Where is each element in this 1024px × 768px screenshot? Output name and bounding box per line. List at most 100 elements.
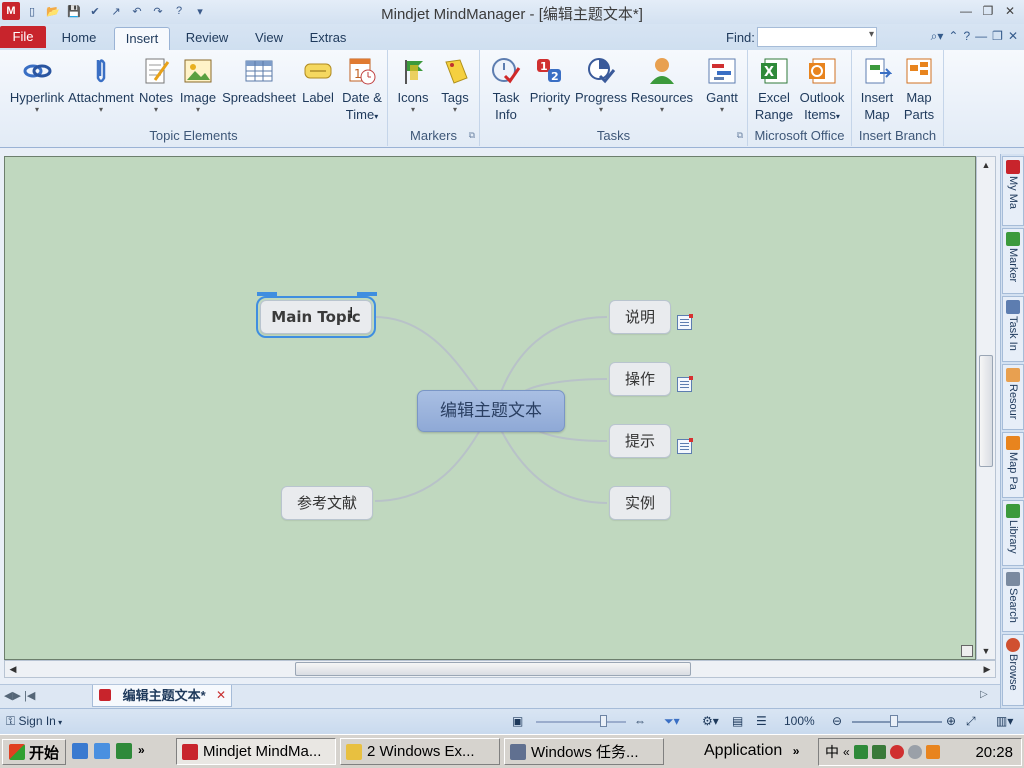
- note-icon[interactable]: [677, 314, 693, 330]
- progress-button[interactable]: Progress ▾: [574, 56, 628, 114]
- selection-handle-left[interactable]: [257, 292, 277, 296]
- balance-icon[interactable]: ⚙▾: [702, 714, 719, 728]
- help-circle-icon[interactable]: ?: [963, 29, 970, 44]
- dialog-launcher-icon[interactable]: ⧉: [737, 130, 743, 141]
- central-topic[interactable]: 编辑主题文本: [417, 390, 565, 432]
- outline-view-icon[interactable]: ☰: [756, 714, 767, 728]
- tab-review[interactable]: Review: [180, 27, 234, 50]
- outlook-express-icon[interactable]: [94, 743, 110, 759]
- zoom-slider-thumb[interactable]: [890, 715, 898, 727]
- side-tab-markers[interactable]: Marker: [1002, 228, 1024, 294]
- taskbar-mindmanager[interactable]: Mindjet MindMa...: [176, 738, 336, 765]
- resources-button[interactable]: Resources ▾: [630, 56, 694, 114]
- minimize-button[interactable]: —: [956, 2, 976, 20]
- side-tab-my-maps[interactable]: My Ma: [1002, 156, 1024, 226]
- label-button[interactable]: Label: [299, 56, 337, 106]
- side-tab-search[interactable]: Search: [1002, 568, 1024, 632]
- priority-button[interactable]: 12 Priority ▾: [528, 56, 572, 114]
- scroll-right-icon[interactable]: ▶: [979, 661, 995, 677]
- topic-reference[interactable]: 参考文献: [281, 486, 373, 520]
- fit-page-icon[interactable]: ⤢: [966, 714, 976, 729]
- collapse-ribbon-icon[interactable]: ⌃: [948, 29, 958, 44]
- doc-close-icon[interactable]: ✕: [1008, 29, 1018, 44]
- spreadsheet-button[interactable]: Spreadsheet: [221, 56, 297, 106]
- scroll-left-icon[interactable]: ◀: [5, 661, 21, 677]
- binoculars-icon[interactable]: ⌕▾: [931, 29, 944, 44]
- main-topic-node[interactable]: Main Topic: [256, 296, 376, 338]
- close-tab-icon[interactable]: ✕: [216, 688, 226, 702]
- ime-icon[interactable]: 中: [825, 742, 839, 762]
- zoom-in-icon[interactable]: ⊕: [946, 714, 956, 728]
- topic-tips[interactable]: 提示: [609, 424, 671, 458]
- tab-scroll-right-icon[interactable]: ▷: [980, 689, 988, 700]
- tab-insert[interactable]: Insert: [114, 27, 170, 50]
- chevron-right-icon[interactable]: »: [138, 743, 145, 759]
- dialog-launcher-icon[interactable]: ⧉: [469, 130, 475, 141]
- volume-icon[interactable]: [907, 745, 922, 759]
- excel-range-button[interactable]: X Excel Range: [754, 56, 794, 123]
- filter-slider-track[interactable]: [536, 721, 626, 723]
- ie-icon[interactable]: [72, 743, 88, 759]
- notes-button[interactable]: Notes ▾: [137, 56, 175, 114]
- tags-button[interactable]: Tags ▾: [436, 56, 474, 114]
- close-button[interactable]: ✕: [1000, 2, 1020, 20]
- input-method-icon[interactable]: [925, 745, 940, 759]
- chevron-right-icon[interactable]: »: [793, 744, 800, 758]
- vertical-scrollbar[interactable]: ▲ ▼: [976, 156, 996, 660]
- expand-icon[interactable]: ⇔: [634, 714, 646, 728]
- filter-slider-thumb[interactable]: [600, 715, 607, 727]
- tab-home[interactable]: Home: [54, 27, 104, 50]
- taskbar-windows-explorer[interactable]: 2 Windows Ex...: [340, 738, 500, 765]
- restore-button[interactable]: ❐: [978, 2, 998, 20]
- find-input[interactable]: [757, 27, 877, 47]
- filter-icon[interactable]: ⏷▾: [664, 714, 680, 729]
- map-parts-button[interactable]: Map Parts: [900, 56, 938, 123]
- tray-app-icon[interactable]: [871, 745, 886, 759]
- icons-button[interactable]: Icons ▾: [394, 56, 432, 114]
- map-overview-icon[interactable]: [961, 645, 973, 657]
- taskbar-task-manager[interactable]: Windows 任务...: [504, 738, 664, 765]
- side-tab-library[interactable]: Library: [1002, 500, 1024, 566]
- horizontal-scroll-thumb[interactable]: [295, 662, 691, 676]
- tray-expand-icon[interactable]: «: [843, 745, 850, 759]
- doc-minimize-icon[interactable]: —: [975, 29, 987, 44]
- date-time-button[interactable]: 1 Date & Time▾: [339, 56, 385, 125]
- fit-map-icon[interactable]: ▣: [512, 714, 523, 728]
- sign-in-menu[interactable]: ⚿ Sign In ▾: [6, 714, 62, 729]
- desktop-icon[interactable]: [116, 743, 132, 759]
- security-icon[interactable]: [889, 745, 904, 759]
- topic-example[interactable]: 实例: [609, 486, 671, 520]
- map-canvas[interactable]: 编辑主题文本 Main Topic I 参考文献 说明 操作 提示 实例: [4, 156, 976, 660]
- scroll-down-icon[interactable]: ▼: [977, 643, 995, 659]
- gantt-button[interactable]: Gantt ▾: [702, 56, 742, 114]
- map-view-icon[interactable]: ▤: [732, 714, 743, 728]
- topic-explain[interactable]: 说明: [609, 300, 671, 334]
- side-tab-browser[interactable]: Browse: [1002, 634, 1024, 706]
- note-icon[interactable]: [677, 376, 693, 392]
- tab-file[interactable]: File: [0, 26, 46, 48]
- tab-nav-arrows-icon[interactable]: ◀▶ |◀: [4, 689, 35, 702]
- hyperlink-button[interactable]: Hyperlink ▾: [8, 56, 66, 114]
- start-button[interactable]: 开始: [2, 739, 67, 765]
- attachment-button[interactable]: Attachment ▾: [68, 56, 134, 114]
- side-tab-task-info[interactable]: Task In: [1002, 296, 1024, 362]
- note-icon[interactable]: [677, 438, 693, 454]
- tab-extras[interactable]: Extras: [302, 27, 354, 50]
- task-info-button[interactable]: Task Info: [486, 56, 526, 123]
- insert-map-button[interactable]: Insert Map: [856, 56, 898, 123]
- vertical-scroll-thumb[interactable]: [979, 355, 993, 467]
- topic-operate[interactable]: 操作: [609, 362, 671, 396]
- horizontal-scrollbar[interactable]: ◀ ▶: [4, 660, 996, 678]
- document-tab[interactable]: 编辑主题文本*: [92, 685, 232, 707]
- doc-restore-icon[interactable]: ❐: [992, 29, 1003, 44]
- outlook-items-button[interactable]: Outlook Items▾: [796, 56, 848, 125]
- panel-toggle-icon[interactable]: ▥▾: [996, 714, 1013, 728]
- network-icon[interactable]: [853, 745, 868, 759]
- zoom-out-icon[interactable]: ⊖: [832, 714, 842, 728]
- tab-view[interactable]: View: [248, 27, 290, 50]
- scroll-up-icon[interactable]: ▲: [977, 157, 995, 173]
- selection-handle-right[interactable]: [357, 292, 377, 296]
- side-tab-map-parts[interactable]: Map Pa: [1002, 432, 1024, 498]
- image-button[interactable]: Image ▾: [177, 56, 219, 114]
- taskbar-application[interactable]: Application »: [704, 742, 799, 760]
